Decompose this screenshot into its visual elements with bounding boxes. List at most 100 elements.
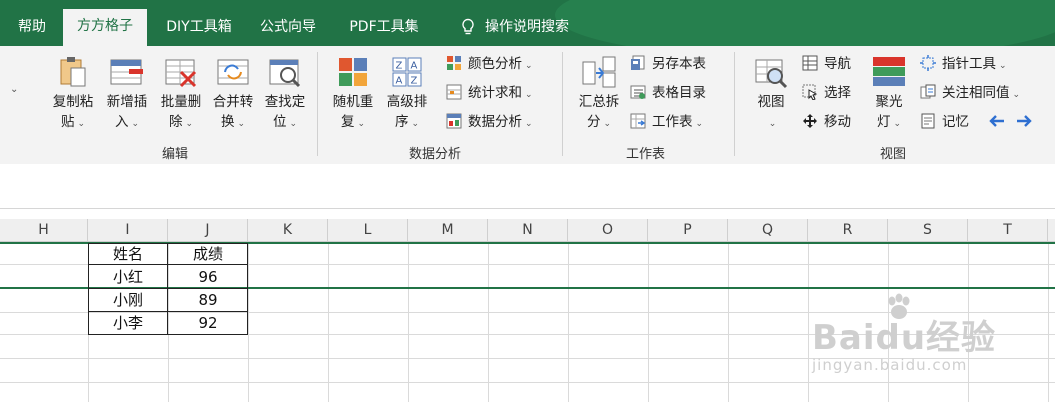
back-arrow-icon[interactable] (988, 114, 1006, 128)
summary-split-button[interactable]: 汇总拆 分 ⌄ (572, 54, 626, 134)
table-cell-name[interactable]: 小刚 (88, 289, 168, 311)
table-directory-label: 表格目录 (652, 85, 706, 101)
color-analysis-label: 颜色分析 (468, 56, 522, 72)
chevron-down-icon[interactable]: ⌄ (10, 84, 18, 95)
tab-search[interactable]: 操作说明搜索 (444, 8, 584, 46)
forward-arrow-icon[interactable] (1015, 114, 1033, 128)
column-header-n[interactable]: N (488, 219, 568, 241)
batch-delete-button[interactable]: 批量删 除 ⌄ (154, 54, 208, 134)
spacer (0, 209, 1055, 219)
view-label: 视图 (757, 94, 785, 110)
column-header-s[interactable]: S (888, 219, 968, 241)
worksheet-icon (630, 113, 646, 129)
ribbon-tab-bar: 帮助 方方格子 DIY工具箱 公式向导 PDF工具集 操作说明搜索 (0, 0, 1055, 46)
clipboard-icon (60, 57, 86, 87)
copy-paste-button[interactable]: 复制粘 贴 ⌄ (46, 54, 100, 134)
find-icon (269, 59, 301, 88)
memory-icon (921, 113, 935, 129)
tab-fangfang[interactable]: 方方格子 (63, 9, 147, 46)
same-value-icon (920, 84, 936, 99)
column-header-h[interactable]: H (0, 219, 88, 241)
data-table-icon (446, 113, 462, 129)
column-header-m[interactable]: M (408, 219, 488, 241)
memory-label: 记忆 (942, 114, 969, 130)
view-button[interactable]: 视图 ⌄ (748, 54, 794, 134)
ribbon: ⌄ 复制粘 贴 ⌄ 新增插 入 ⌄ 批量删 除 ⌄ 合并转 换 ⌄ 查找定 位 … (0, 46, 1055, 165)
advanced-sort-label-2: 序 (394, 114, 409, 130)
save-sheet-button[interactable]: 另存本表 (630, 54, 706, 74)
navigation-grid-icon (802, 55, 818, 71)
random-blocks-icon (339, 58, 367, 86)
lightbulb-icon (462, 18, 474, 35)
group-separator (734, 52, 735, 156)
select-button[interactable]: 选择 (802, 83, 851, 103)
memory-button[interactable]: 记忆 (920, 112, 969, 132)
table-directory-button[interactable]: 表格目录 (630, 83, 706, 103)
table-header-name[interactable]: 姓名 (88, 243, 168, 265)
advanced-sort-label-1: 高级排 (386, 94, 428, 110)
worksheet-button[interactable]: 工作表 ⌄ (630, 112, 703, 134)
table-cell-name[interactable]: 小红 (88, 266, 168, 288)
column-header-p[interactable]: P (648, 219, 728, 241)
tab-diy-toolbox[interactable]: DIY工具箱 (151, 8, 247, 46)
column-header-r[interactable]: R (808, 219, 888, 241)
select-label: 选择 (824, 85, 851, 101)
stat-sum-button[interactable]: 统计求和 ⌄ (446, 83, 533, 105)
group-label-view: 视图 (880, 147, 907, 162)
data-analysis-button[interactable]: 数据分析 ⌄ (446, 112, 533, 134)
tab-formula-wizard[interactable]: 公式向导 (250, 8, 326, 46)
insert-button[interactable]: 新增插 入 ⌄ (100, 54, 154, 134)
navigation-button[interactable]: 导航 (802, 54, 851, 74)
spotlight-label-1: 聚光 (875, 94, 903, 110)
save-copy-icon (631, 55, 645, 70)
batch-delete-label-2: 除 (168, 114, 183, 130)
group-separator (317, 52, 318, 156)
column-header-q[interactable]: Q (728, 219, 808, 241)
table-cell-score[interactable]: 96 (168, 266, 248, 288)
svg-text:Z: Z (411, 76, 418, 87)
view-magnify-icon (755, 59, 788, 89)
move-button[interactable]: 移动 (802, 112, 851, 132)
summary-split-icon (582, 56, 616, 88)
focus-same-value-label: 关注相同值 (942, 85, 1010, 101)
advanced-sort-button[interactable]: Z A A Z 高级排 序 ⌄ (380, 54, 434, 134)
table-cell-score[interactable]: 92 (168, 312, 248, 334)
spotlight-button[interactable]: 聚光 灯 ⌄ (866, 54, 912, 134)
find-locate-button[interactable]: 查找定 位 ⌄ (258, 54, 312, 134)
move-arrows-icon (803, 114, 817, 128)
focus-same-value-button[interactable]: 关注相同值 ⌄ (920, 83, 1020, 105)
column-header-k[interactable]: K (248, 219, 328, 241)
column-header-t[interactable]: T (968, 219, 1048, 241)
grid-line (808, 242, 809, 402)
tab-pdf-tools[interactable]: PDF工具集 (335, 8, 433, 46)
column-header-l[interactable]: L (328, 219, 408, 241)
tab-bar-decoration (555, 0, 1055, 46)
watermark-brand: Baidu经验 (812, 318, 997, 358)
stat-sum-label: 统计求和 (468, 85, 522, 101)
merge-convert-label-2: 换 (220, 114, 235, 130)
formula-bar[interactable] (0, 164, 1055, 209)
grid-line (568, 242, 569, 402)
merge-convert-button[interactable]: 合并转 换 ⌄ (206, 54, 260, 134)
grid-line (408, 242, 409, 402)
table-header-score[interactable]: 成绩 (168, 243, 248, 265)
color-analysis-button[interactable]: 颜色分析 ⌄ (446, 54, 533, 76)
column-header-j[interactable]: J (168, 219, 248, 241)
group-label-sheet: 工作表 (626, 147, 666, 162)
group-separator (562, 52, 563, 156)
save-sheet-label: 另存本表 (652, 56, 706, 72)
baidu-watermark: Baidu经验 jingyan.baidu.com (812, 292, 1052, 382)
grid-line (0, 382, 1055, 383)
random-repeat-button[interactable]: 随机重 复 ⌄ (326, 54, 380, 134)
svg-text:Z: Z (396, 61, 403, 72)
data-analysis-label: 数据分析 (468, 114, 522, 130)
pointer-tool-button[interactable]: 指针工具 ⌄ (920, 54, 1007, 76)
table-cell-name[interactable]: 小李 (88, 312, 168, 334)
table-cell-score[interactable]: 89 (168, 289, 248, 311)
random-repeat-label-2: 复 (340, 114, 355, 130)
tab-help[interactable]: 帮助 (8, 8, 56, 46)
column-header-i[interactable]: I (88, 219, 168, 241)
column-header-o[interactable]: O (568, 219, 648, 241)
pointer-tool-icon (920, 55, 936, 71)
spotlight-label-2: 灯 (876, 114, 891, 130)
